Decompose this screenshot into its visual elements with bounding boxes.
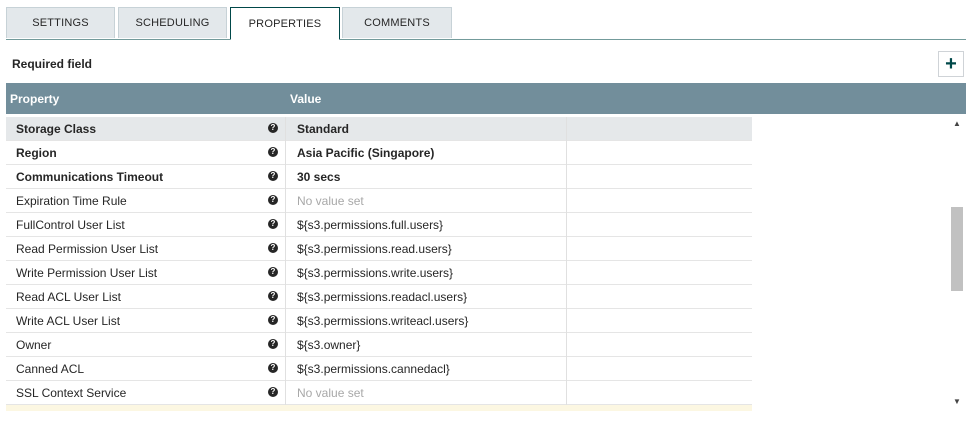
column-divider — [285, 237, 286, 261]
property-name: Region — [16, 146, 57, 160]
property-name: Read Permission User List — [16, 242, 159, 256]
property-name: Expiration Time Rule — [16, 194, 127, 208]
add-property-button[interactable]: + — [938, 51, 964, 77]
tab-bar: SETTINGS SCHEDULING PROPERTIES COMMENTS — [6, 7, 966, 40]
help-icon[interactable]: ? — [268, 387, 278, 397]
column-divider — [285, 165, 286, 189]
required-field-label: Required field — [12, 57, 93, 71]
tab-properties[interactable]: PROPERTIES — [230, 7, 340, 40]
table-row[interactable]: Write ACL User List? ${s3.permissions.wri… — [6, 309, 752, 333]
help-icon[interactable]: ? — [268, 339, 278, 349]
column-divider — [566, 213, 567, 237]
help-icon[interactable]: ? — [268, 315, 278, 325]
table-row[interactable]: Owner? ${s3.owner} — [6, 333, 752, 357]
property-value[interactable]: No value set — [297, 386, 364, 400]
column-divider — [566, 141, 567, 165]
table-row[interactable]: Region? Asia Pacific (Singapore) — [6, 141, 752, 165]
property-name: Storage Class — [16, 122, 97, 136]
table-row[interactable]: Expiration Time Rule? No value set — [6, 189, 752, 213]
column-divider — [566, 165, 567, 189]
column-divider — [285, 381, 286, 405]
tab-comments[interactable]: COMMENTS — [342, 7, 452, 38]
scroll-down-arrow-icon[interactable]: ▼ — [953, 397, 961, 406]
table-row[interactable]: SSL Context Service? No value set — [6, 381, 752, 405]
tab-settings[interactable]: SETTINGS — [6, 7, 115, 38]
property-value[interactable]: ${s3.permissions.readacl.users} — [297, 290, 467, 304]
column-divider — [285, 141, 286, 165]
table-row[interactable]: Communications Timeout? 30 secs — [6, 165, 752, 189]
column-header-value[interactable]: Value — [290, 92, 321, 106]
help-icon[interactable]: ? — [268, 147, 278, 157]
column-divider — [566, 309, 567, 333]
column-divider — [285, 213, 286, 237]
property-value[interactable]: ${s3.owner} — [297, 338, 360, 352]
property-name: Communications Timeout — [16, 170, 164, 184]
column-divider — [566, 189, 567, 213]
column-divider — [285, 261, 286, 285]
property-value[interactable]: Asia Pacific (Singapore) — [297, 146, 434, 160]
column-divider — [285, 333, 286, 357]
property-name: Write Permission User List — [16, 266, 158, 280]
property-name: Canned ACL — [16, 362, 85, 376]
property-value[interactable]: ${s3.permissions.read.users} — [297, 242, 452, 256]
help-icon[interactable]: ? — [268, 363, 278, 373]
table-row[interactable]: FullControl User List? ${s3.permissions.f… — [6, 213, 752, 237]
column-divider — [566, 333, 567, 357]
help-icon[interactable]: ? — [268, 123, 278, 133]
partial-table-row — [6, 405, 752, 411]
help-icon[interactable]: ? — [268, 219, 278, 229]
property-value[interactable]: ${s3.permissions.writeacl.users} — [297, 314, 468, 328]
property-name: SSL Context Service — [16, 386, 127, 400]
table-row[interactable]: Storage Class? Standard — [6, 117, 752, 141]
column-divider — [566, 261, 567, 285]
column-divider — [566, 117, 567, 141]
property-name: Owner — [16, 338, 52, 352]
help-icon[interactable]: ? — [268, 291, 278, 301]
column-divider — [566, 357, 567, 381]
column-divider — [566, 285, 567, 309]
property-value[interactable]: Standard — [297, 122, 349, 136]
property-value[interactable]: ${s3.permissions.full.users} — [297, 218, 443, 232]
property-value[interactable]: ${s3.permissions.cannedacl} — [297, 362, 450, 376]
column-divider — [285, 189, 286, 213]
property-value[interactable]: No value set — [297, 194, 364, 208]
table-row[interactable]: Canned ACL? ${s3.permissions.cannedacl} — [6, 357, 752, 381]
help-icon[interactable]: ? — [268, 243, 278, 253]
properties-table: Storage Class? Standard Region? Asia Pacifi… — [6, 117, 752, 405]
column-divider — [285, 309, 286, 333]
vertical-scrollbar[interactable]: ▲ ▼ — [949, 117, 966, 409]
column-divider — [285, 285, 286, 309]
property-name: FullControl User List — [16, 218, 125, 232]
column-divider — [566, 237, 567, 261]
column-header-property[interactable]: Property — [10, 92, 59, 106]
table-row[interactable]: Read ACL User List? ${s3.permissions.read… — [6, 285, 752, 309]
table-header: Property Value — [6, 83, 966, 114]
tab-baseline — [6, 39, 966, 40]
property-name: Write ACL User List — [16, 314, 121, 328]
table-row[interactable]: Read Permission User List? ${s3.permissio… — [6, 237, 752, 261]
column-divider — [566, 381, 567, 405]
help-icon[interactable]: ? — [268, 195, 278, 205]
scrollbar-thumb[interactable] — [951, 207, 963, 291]
scroll-up-arrow-icon[interactable]: ▲ — [953, 119, 961, 128]
tab-scheduling[interactable]: SCHEDULING — [118, 7, 227, 38]
table-row[interactable]: Write Permission User List? ${s3.permissi… — [6, 261, 752, 285]
help-icon[interactable]: ? — [268, 267, 278, 277]
property-value[interactable]: 30 secs — [297, 170, 340, 184]
property-value[interactable]: ${s3.permissions.write.users} — [297, 266, 453, 280]
column-divider — [285, 357, 286, 381]
column-divider — [285, 117, 286, 141]
property-name: Read ACL User List — [16, 290, 121, 304]
help-icon[interactable]: ? — [268, 171, 278, 181]
